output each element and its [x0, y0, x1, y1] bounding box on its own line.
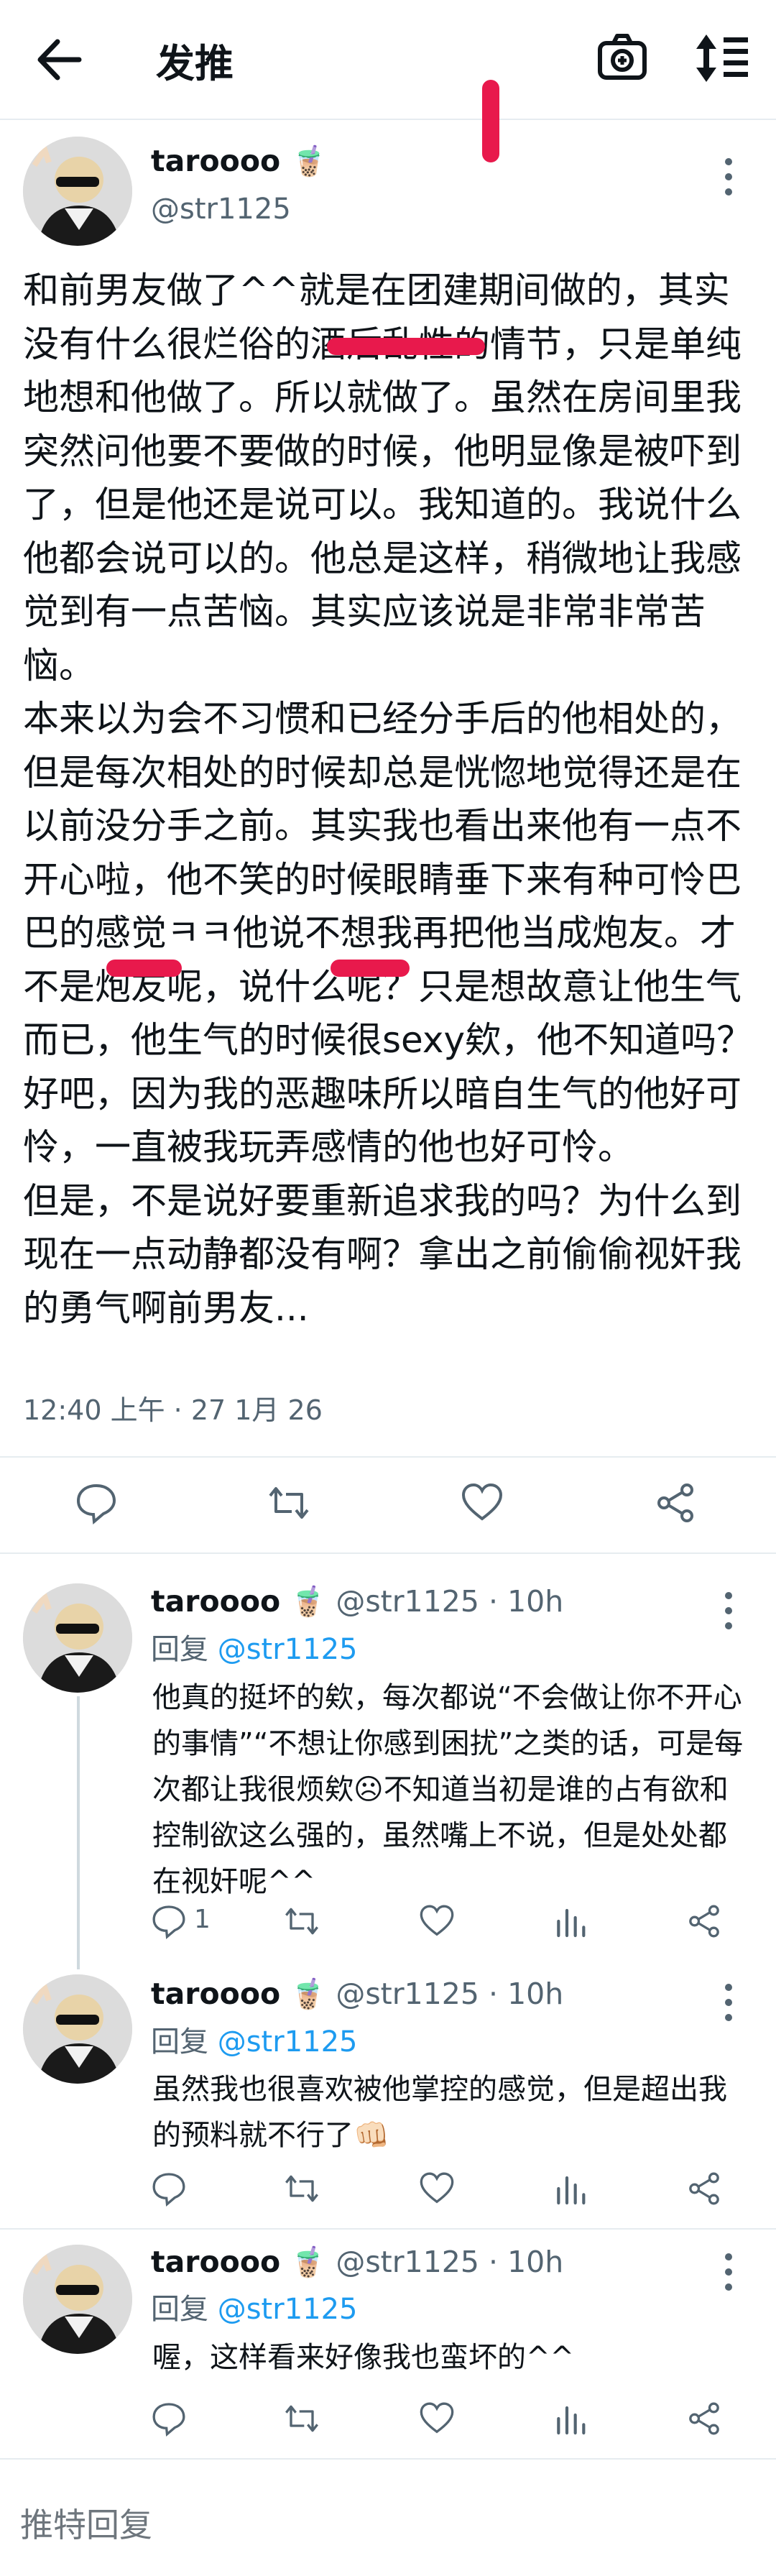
- avatar[interactable]: [23, 1583, 132, 1693]
- avatar[interactable]: [23, 137, 132, 246]
- retweet-icon[interactable]: [267, 1481, 310, 1524]
- redaction-mark: [106, 960, 182, 977]
- share-icon[interactable]: [686, 1903, 722, 1939]
- bubble-tea-emoji: 🧋: [290, 1977, 327, 2011]
- more-options-icon[interactable]: [723, 2253, 734, 2296]
- reply-to-handle[interactable]: @str1125: [218, 2025, 358, 2058]
- tweet-timestamp: 12:40 上午 · 27 1月 26: [23, 1394, 323, 1426]
- more-options-icon[interactable]: [723, 1984, 734, 2027]
- divider: [0, 1552, 776, 1554]
- analytics-icon[interactable]: [553, 1903, 588, 1939]
- bubble-tea-emoji: 🧋: [290, 144, 328, 178]
- replying-to: 回复 @str1125: [151, 2025, 358, 2058]
- tweet-text: 和前男友做了^^就是在团建期间做的，其实没有什么很烂俗的酒后乱性的情节，只是单纯…: [23, 270, 753, 1329]
- page-title: 发推: [156, 41, 234, 86]
- redaction-mark: [331, 960, 410, 977]
- reply-to-handle[interactable]: @str1125: [218, 1633, 358, 1666]
- like-icon[interactable]: [419, 2401, 455, 2437]
- redaction-mark: [327, 338, 485, 355]
- display-name: taroooo: [151, 1584, 281, 1619]
- reply-time: 10h: [507, 2245, 564, 2279]
- retweet-icon[interactable]: [284, 1903, 320, 1939]
- display-name: taroooo 🧋: [151, 144, 328, 178]
- share-icon[interactable]: [654, 1481, 697, 1524]
- reply-text: 喔，这样看来好像我也蛮坏的^^: [152, 2341, 575, 2374]
- handle: @str1125: [151, 193, 291, 226]
- more-options-icon[interactable]: [723, 1592, 734, 1635]
- handle: @str1125: [336, 2245, 479, 2279]
- thread-line: [77, 1696, 80, 1969]
- reply-input-placeholder[interactable]: 推特回复: [20, 2499, 152, 2547]
- bubble-tea-emoji: 🧋: [290, 1584, 327, 1619]
- like-icon[interactable]: [461, 1481, 504, 1524]
- reply-time: 10h: [507, 1584, 564, 1619]
- replying-to: 回复 @str1125: [151, 1633, 358, 1666]
- retweet-icon[interactable]: [284, 2401, 320, 2437]
- reply-header: taroooo 🧋 @str1125 · 10h: [151, 1584, 564, 1619]
- bubble-tea-emoji: 🧋: [290, 2245, 327, 2279]
- share-icon[interactable]: [686, 2171, 722, 2207]
- analytics-icon[interactable]: [553, 2171, 588, 2207]
- reply-icon[interactable]: [151, 1903, 187, 1939]
- share-icon[interactable]: [686, 2401, 722, 2437]
- display-name: taroooo: [151, 1977, 281, 2011]
- back-arrow-icon[interactable]: [34, 36, 85, 83]
- retweet-icon[interactable]: [284, 2171, 320, 2207]
- thread-sort-icon[interactable]: [693, 32, 751, 85]
- reply-header: taroooo 🧋 @str1125 · 10h: [151, 2245, 564, 2279]
- divider: [0, 1456, 776, 1458]
- like-icon[interactable]: [419, 2171, 455, 2207]
- reply-to-handle[interactable]: @str1125: [218, 2293, 358, 2326]
- divider: [0, 2228, 776, 2230]
- reply-icon[interactable]: [151, 2401, 187, 2437]
- more-options-icon[interactable]: [723, 158, 734, 201]
- avatar[interactable]: [23, 2245, 132, 2354]
- reply-header: taroooo 🧋 @str1125 · 10h: [151, 1977, 564, 2011]
- reply-icon[interactable]: [151, 2171, 187, 2207]
- reply-composer[interactable]: 推特回复: [0, 2458, 776, 2576]
- display-name: taroooo: [151, 2245, 281, 2279]
- reply-time: 10h: [507, 1977, 564, 2011]
- reply-count: 1: [194, 1905, 211, 1934]
- top-bar: 发推: [0, 0, 776, 120]
- handle: @str1125: [336, 1584, 479, 1619]
- like-icon[interactable]: [419, 1903, 455, 1939]
- reply-text: 虽然我也很喜欢被他掌控的感觉，但是超出我的预料就不行了👊🏻: [152, 2073, 727, 2152]
- handle: @str1125: [336, 1977, 479, 2011]
- camera-icon[interactable]: [596, 32, 648, 83]
- analytics-icon[interactable]: [553, 2401, 588, 2437]
- avatar[interactable]: [23, 1974, 132, 2084]
- reply-text: 他真的挺坏的欸，每次都说“不会做让你不开心的事情”“不想让你感到困扰”之类的话，…: [152, 1681, 744, 1898]
- reply-icon[interactable]: [75, 1481, 118, 1524]
- scroll-indicator: [482, 80, 499, 162]
- replying-to: 回复 @str1125: [151, 2293, 358, 2326]
